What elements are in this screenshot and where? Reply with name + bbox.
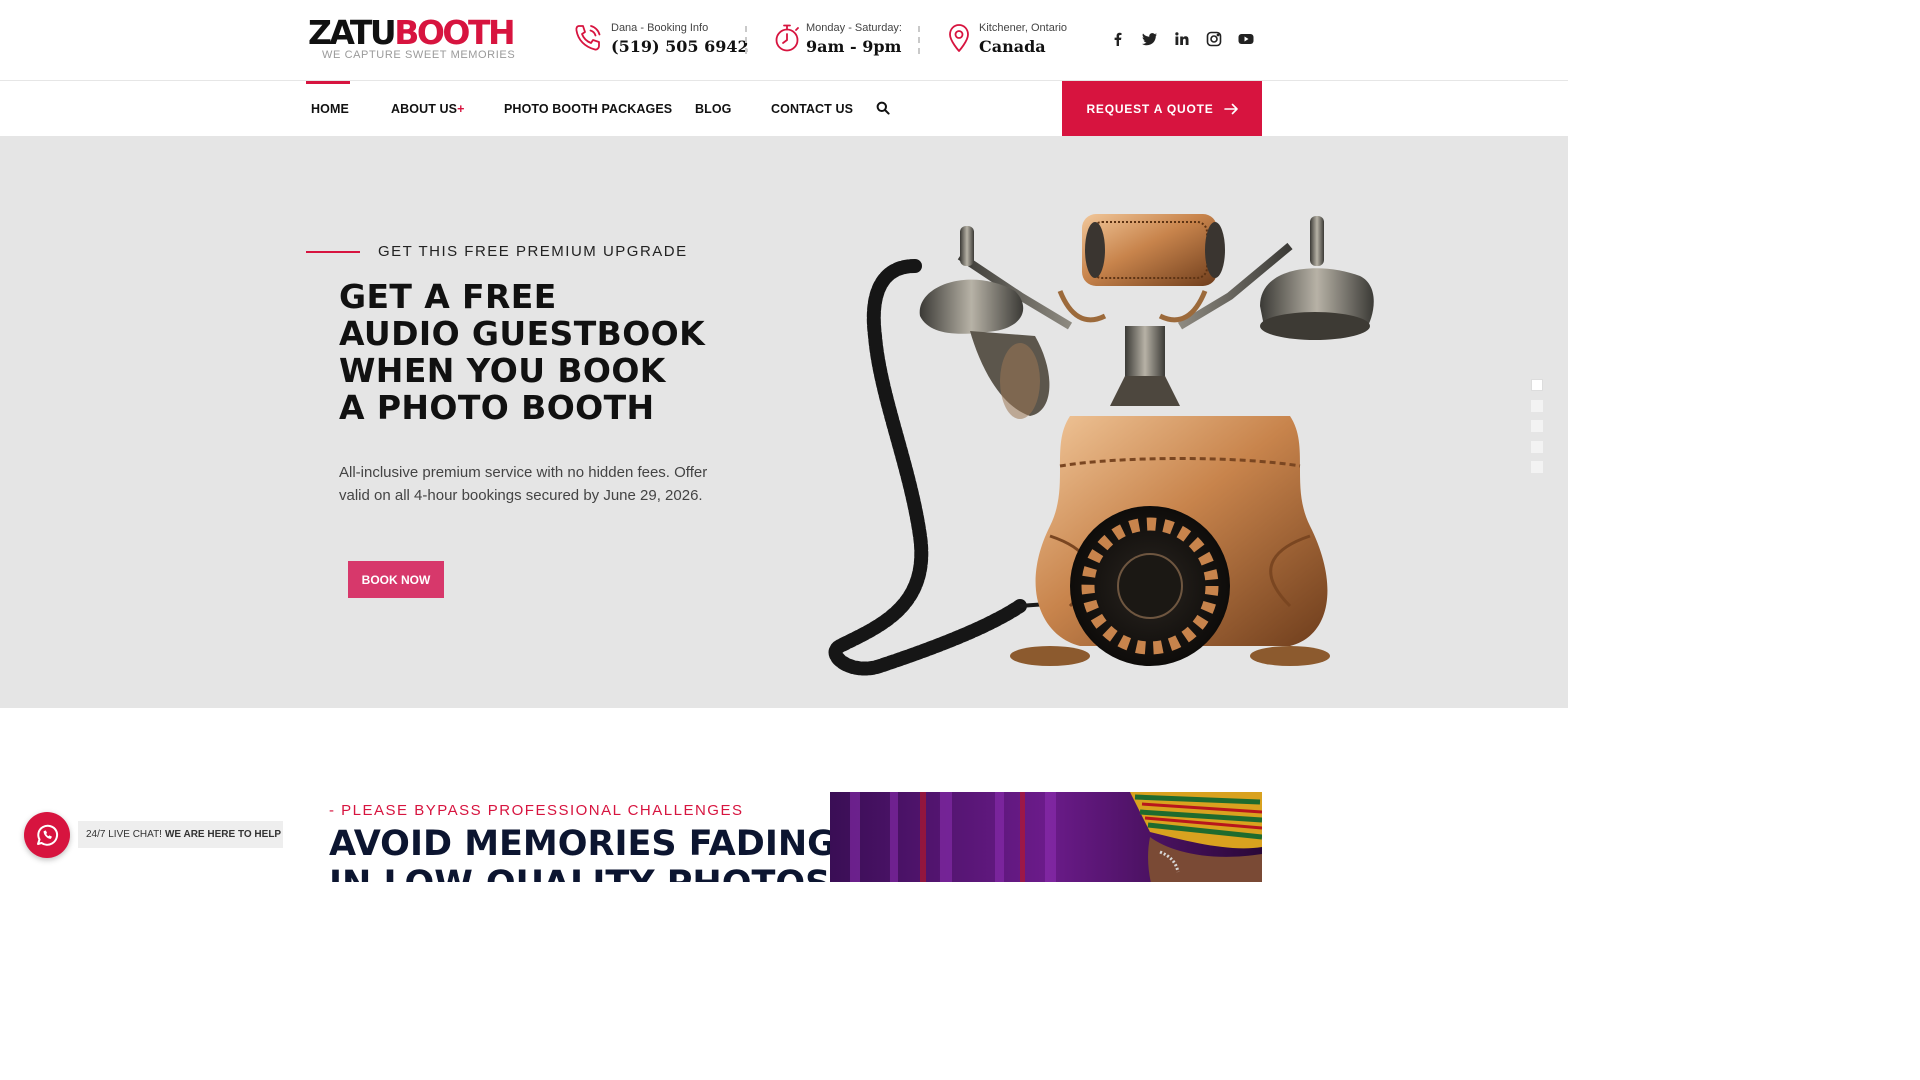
hero-title: GET A FREE AUDIO GUESTBOOK WHEN YOU BOOK… [339, 277, 706, 427]
request-quote-label: REQUEST A QUOTE [1086, 101, 1214, 116]
phone-icon [572, 22, 604, 54]
request-quote-button[interactable]: REQUEST A QUOTE [1062, 81, 1262, 136]
arrow-right-icon [1223, 103, 1238, 114]
main-nav: HOME ABOUT US+ PHOTO BOOTH PACKAGES BLOG… [0, 81, 1568, 136]
instagram-icon[interactable] [1205, 30, 1223, 48]
business-hours: Monday - Saturday: 9am - 9pm [772, 20, 902, 60]
slider-pagination [1531, 379, 1543, 482]
active-nav-indicator [306, 81, 350, 84]
divider [918, 26, 920, 54]
hero-description: All-inclusive premium service with no hi… [339, 464, 708, 504]
section-title: AVOID MEMORIES FADING IN LOW-QUALITY PHO… [329, 824, 836, 882]
slide-dot[interactable] [1531, 399, 1543, 412]
divider [745, 26, 747, 54]
hero-eyebrow: GET THIS FREE PREMIUM UPGRADE [378, 243, 688, 260]
slide-dot[interactable] [1531, 379, 1543, 391]
slide-dot[interactable] [1531, 461, 1543, 473]
slide-dot[interactable] [1531, 420, 1543, 432]
linkedin-icon[interactable] [1173, 30, 1191, 48]
live-chat-label[interactable]: 24/7 LIVE CHAT! WE ARE HERE TO HELP [78, 821, 283, 848]
top-header: ZATUBOOTH WE CAPTURE SWEET MEMORIES Dana… [0, 0, 1568, 81]
slide-dot[interactable] [1531, 440, 1543, 453]
youtube-icon[interactable] [1237, 30, 1255, 48]
stopwatch-icon [772, 22, 804, 54]
map-pin-icon [946, 22, 978, 54]
nav-photo-booth-packages[interactable]: PHOTO BOOTH PACKAGES [504, 102, 672, 116]
nav-blog[interactable]: BLOG [695, 102, 732, 116]
nav-home[interactable]: HOME [311, 102, 349, 116]
facebook-icon[interactable] [1109, 30, 1127, 48]
nav-contact-us[interactable]: CONTACT US [771, 102, 853, 116]
book-now-button[interactable]: BOOK NOW [348, 561, 444, 598]
logo-tagline: WE CAPTURE SWEET MEMORIES [322, 49, 516, 61]
whatsapp-chat-button[interactable] [24, 812, 70, 858]
twitter-icon[interactable] [1141, 30, 1159, 48]
booking-phone[interactable]: (519) 505 6942 [611, 37, 749, 56]
section-eyebrow: - PLEASE BYPASS PROFESSIONAL CHALLENGES [329, 802, 744, 819]
location: Kitchener, Ontario Canada [946, 20, 1076, 60]
location-value: Canada [979, 37, 1046, 56]
location-label: Kitchener, Ontario [979, 22, 1068, 34]
eyebrow-line [306, 251, 360, 253]
party-guest-photo [830, 792, 1262, 882]
vintage-telephone-image [828, 214, 1374, 676]
nav-about-us[interactable]: ABOUT US+ [391, 102, 464, 116]
intro-section: - PLEASE BYPASS PROFESSIONAL CHALLENGES … [0, 708, 1568, 882]
logo[interactable]: ZATUBOOTH WE CAPTURE SWEET MEMORIES [308, 15, 532, 65]
hours-value: 9am - 9pm [806, 37, 902, 56]
expand-plus-icon: + [457, 102, 465, 116]
booking-contact[interactable]: Dana - Booking Info (519) 505 6942 [572, 20, 749, 60]
booking-label: Dana - Booking Info [611, 22, 709, 34]
logo-wordmark: ZATUBOOTH [308, 13, 516, 52]
search-icon[interactable] [876, 101, 890, 115]
whatsapp-icon [37, 824, 59, 846]
hero-slider: GET THIS FREE PREMIUM UPGRADE GET A FREE… [0, 136, 1568, 708]
hours-label: Monday - Saturday: [806, 22, 902, 34]
